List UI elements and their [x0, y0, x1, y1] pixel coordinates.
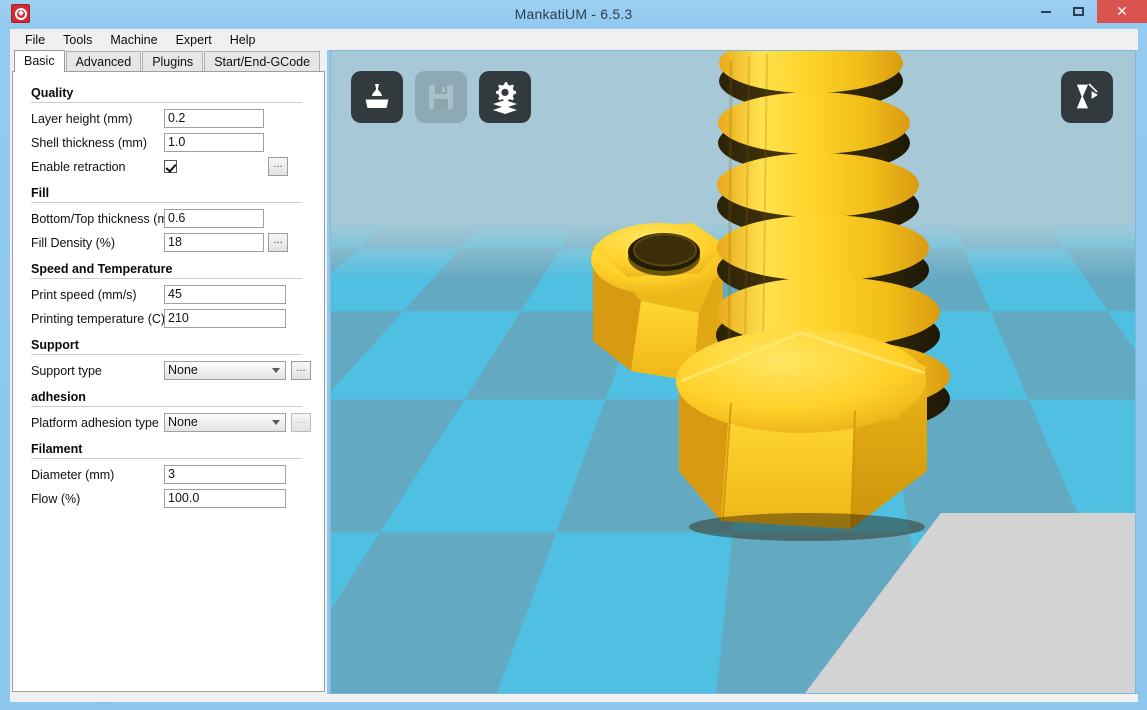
setting-row: Printing temperature (C) 210 [21, 307, 310, 330]
setting-input[interactable]: 0.6 [164, 209, 264, 228]
setting-label: Platform adhesion type [31, 415, 159, 430]
menu-item-help[interactable]: Help [221, 31, 265, 49]
setting-row: Enable retraction... [21, 155, 310, 178]
settings-group-title: Support [31, 338, 79, 352]
resize-grip-icon[interactable] [98, 702, 110, 710]
setting-dropdown-value: None [168, 415, 198, 429]
setting-label: Print speed (mm/s) [31, 287, 137, 302]
setting-dropdown[interactable]: None [164, 413, 286, 432]
setting-label: Diameter (mm) [31, 467, 115, 482]
setting-row: Support type None... [21, 359, 311, 382]
tab-strip: Basic Advanced Plugins Start/End-GCode [10, 50, 327, 72]
setting-row: Diameter (mm) 3 [21, 463, 310, 486]
divider [31, 406, 302, 407]
slice-settings-button[interactable] [479, 71, 531, 123]
divider [31, 202, 302, 203]
status-bar [10, 694, 1138, 702]
setting-row: Print speed (mm/s) 45 [21, 283, 310, 306]
settings-group-title: Quality [31, 86, 74, 100]
settings-list: Quality Layer height (mm) 0.2 Shell thickne… [13, 72, 324, 691]
tab-plugins[interactable]: Plugins [142, 51, 204, 72]
settings-group-title: Speed and Temperature [31, 262, 173, 276]
setting-dropdown[interactable]: None [164, 361, 286, 380]
settings-group-title: Filament [31, 442, 83, 456]
setting-row: Shell thickness (mm) 1.0 [21, 131, 310, 154]
save-gcode-button[interactable] [415, 71, 467, 123]
setting-checkbox[interactable] [164, 160, 177, 173]
load-model-icon [365, 84, 389, 108]
tab-advanced[interactable]: Advanced [65, 51, 142, 72]
save-floppy-icon [429, 85, 453, 109]
3d-viewport[interactable] [330, 50, 1136, 694]
divider [31, 102, 302, 103]
setting-label: Shell thickness (mm) [31, 135, 147, 150]
setting-label: Flow (%) [31, 491, 81, 506]
setting-row: Bottom/Top thickness (mm) 0.6 [21, 207, 310, 230]
tab-start-end-gcode[interactable]: Start/End-GCode [204, 51, 321, 72]
maximize-button[interactable] [1062, 0, 1094, 21]
menu-item-file[interactable]: File [16, 31, 54, 49]
setting-row: Layer height (mm) 0.2 [21, 107, 310, 130]
setting-input[interactable]: 3 [164, 465, 286, 484]
setting-label: Bottom/Top thickness (mm) [31, 211, 183, 226]
gear-over-layers-icon [493, 82, 517, 114]
setting-label: Fill Density (%) [31, 235, 116, 250]
divider [31, 278, 302, 279]
minimize-icon [1041, 10, 1051, 13]
load-model-button[interactable] [351, 71, 403, 123]
tab-page-basic: Quality Layer height (mm) 0.2 Shell thickne… [12, 71, 325, 692]
settings-group-title: Fill [31, 186, 50, 200]
menu-item-tools[interactable]: Tools [54, 31, 101, 49]
setting-input[interactable]: 18 [164, 233, 264, 252]
maximize-icon [1072, 7, 1084, 17]
settings-panel: Basic Advanced Plugins Start/End-GCode Q… [10, 50, 327, 694]
divider [31, 458, 302, 459]
close-button[interactable]: ✕ [1097, 0, 1147, 23]
menu-bar: File Tools Machine Expert Help [10, 29, 1138, 50]
setting-row: Flow (%) 100.0 [21, 487, 310, 510]
setting-input[interactable]: 100.0 [164, 489, 286, 508]
title-bar: MankatiUM - 6.5.3 ✕ [0, 0, 1147, 28]
setting-input[interactable]: 0.2 [164, 109, 264, 128]
view-mode-button[interactable] [1061, 71, 1113, 123]
setting-input[interactable]: 210 [164, 309, 286, 328]
setting-more-options-button[interactable]: ... [291, 361, 311, 380]
setting-dropdown-value: None [168, 363, 198, 377]
window-title: MankatiUM - 6.5.3 [514, 6, 633, 22]
setting-input[interactable]: 45 [164, 285, 286, 304]
tab-basic[interactable]: Basic [14, 50, 65, 72]
settings-group-title: adhesion [31, 390, 86, 404]
setting-more-options-button[interactable]: ... [268, 157, 288, 176]
setting-more-options-button[interactable]: ... [291, 413, 311, 432]
setting-input[interactable]: 1.0 [164, 133, 264, 152]
menu-item-machine[interactable]: Machine [101, 31, 166, 49]
setting-label: Printing temperature (C) [31, 311, 166, 326]
application-window: MankatiUM - 6.5.3 ✕ File Tools Machine E… [0, 0, 1147, 710]
minimize-button[interactable] [1030, 0, 1062, 21]
chevron-down-icon [272, 420, 280, 425]
setting-label: Support type [31, 363, 102, 378]
setting-more-options-button[interactable]: ... [268, 233, 288, 252]
setting-label: Layer height (mm) [31, 111, 133, 126]
menu-item-expert[interactable]: Expert [167, 31, 221, 49]
setting-label: Enable retraction [31, 159, 126, 174]
setting-row: Platform adhesion type None... [21, 411, 311, 434]
chevron-down-icon [272, 368, 280, 373]
divider [31, 354, 302, 355]
perspective-view-icon [1075, 83, 1101, 110]
setting-row: Fill Density (%) 18... [21, 231, 310, 254]
